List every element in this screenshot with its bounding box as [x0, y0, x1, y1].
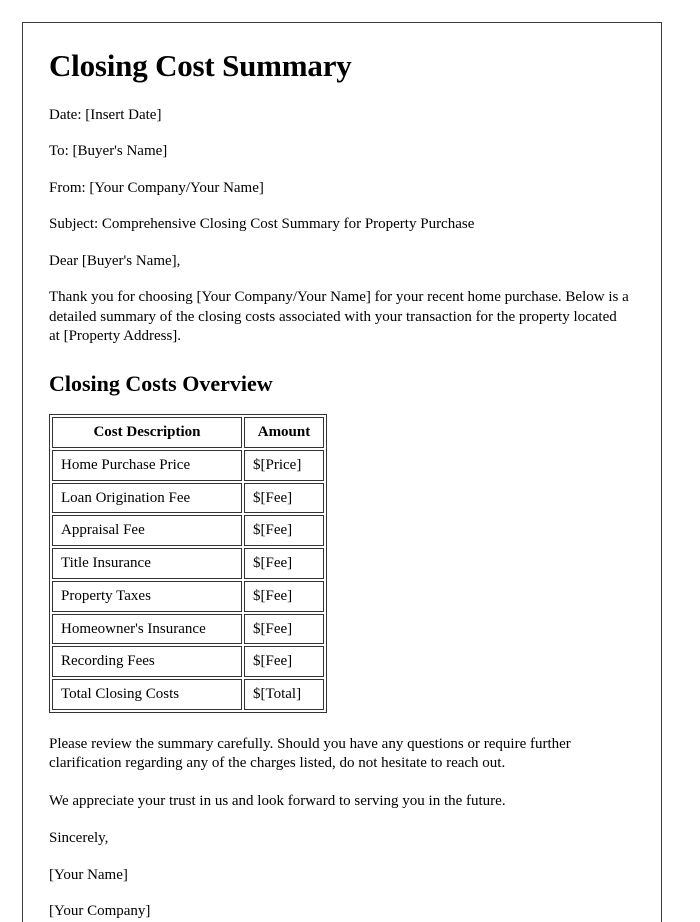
intro-paragraph: Thank you for choosing [Your Company/You… — [49, 289, 629, 345]
cell-amount: $[Fee] — [244, 646, 324, 678]
section-heading: Closing Costs Overview — [49, 370, 273, 396]
meta-from: From: [Your Company/Your Name] — [49, 179, 264, 196]
table-row: Property Taxes $[Fee] — [52, 580, 324, 612]
cell-amount: $[Fee] — [244, 482, 324, 514]
table-body: Home Purchase Price $[Price] Loan Origin… — [52, 449, 324, 710]
column-header-cost-description: Cost Description — [52, 417, 242, 448]
table-row: Homeowner's Insurance $[Fee] — [52, 613, 324, 645]
meta-date: Date: [Insert Date] — [49, 106, 162, 123]
table-row: Home Purchase Price $[Price] — [52, 449, 324, 481]
cell-cost-description: Loan Origination Fee — [52, 482, 242, 514]
signature-name: [Your Name] — [49, 866, 128, 883]
table-row: Recording Fees $[Fee] — [52, 646, 324, 678]
cell-amount: $[Total] — [244, 679, 324, 710]
closing-costs-table: Cost Description Amount Home Purchase Pr… — [49, 414, 327, 713]
salutation: Dear [Buyer's Name], — [49, 252, 181, 269]
cell-amount: $[Price] — [244, 449, 324, 481]
cell-cost-description: Title Insurance — [52, 548, 242, 579]
appreciation-paragraph: We appreciate your trust in us and look … — [49, 792, 506, 809]
cell-cost-description: Homeowner's Insurance — [52, 613, 242, 645]
cell-cost-description: Home Purchase Price — [52, 449, 242, 481]
signature-company: [Your Company] — [49, 903, 151, 920]
page-title: Closing Cost Summary — [49, 48, 352, 83]
table-row: Title Insurance $[Fee] — [52, 548, 324, 579]
document-page: Closing Cost Summary Date: [Insert Date]… — [22, 22, 662, 922]
document-body: Closing Cost Summary Date: [Insert Date]… — [23, 23, 661, 922]
cell-amount: $[Fee] — [244, 515, 324, 547]
cell-amount: $[Fee] — [244, 548, 324, 579]
meta-to: To: [Buyer's Name] — [49, 143, 168, 160]
review-paragraph: Please review the summary carefully. Sho… — [49, 735, 571, 772]
meta-subject: Subject: Comprehensive Closing Cost Summ… — [49, 216, 475, 233]
cell-amount: $[Fee] — [244, 580, 324, 612]
cell-cost-description: Recording Fees — [52, 646, 242, 678]
table-row: Total Closing Costs $[Total] — [52, 679, 324, 710]
cell-amount: $[Fee] — [244, 613, 324, 645]
column-header-amount: Amount — [244, 417, 324, 448]
cell-cost-description: Total Closing Costs — [52, 679, 242, 710]
table-head: Cost Description Amount — [52, 417, 324, 448]
cell-cost-description: Property Taxes — [52, 580, 242, 612]
table-header-row: Cost Description Amount — [52, 417, 324, 448]
cell-cost-description: Appraisal Fee — [52, 515, 242, 547]
table-row: Loan Origination Fee $[Fee] — [52, 482, 324, 514]
signature-closing: Sincerely, — [49, 830, 109, 847]
table-row: Appraisal Fee $[Fee] — [52, 515, 324, 547]
